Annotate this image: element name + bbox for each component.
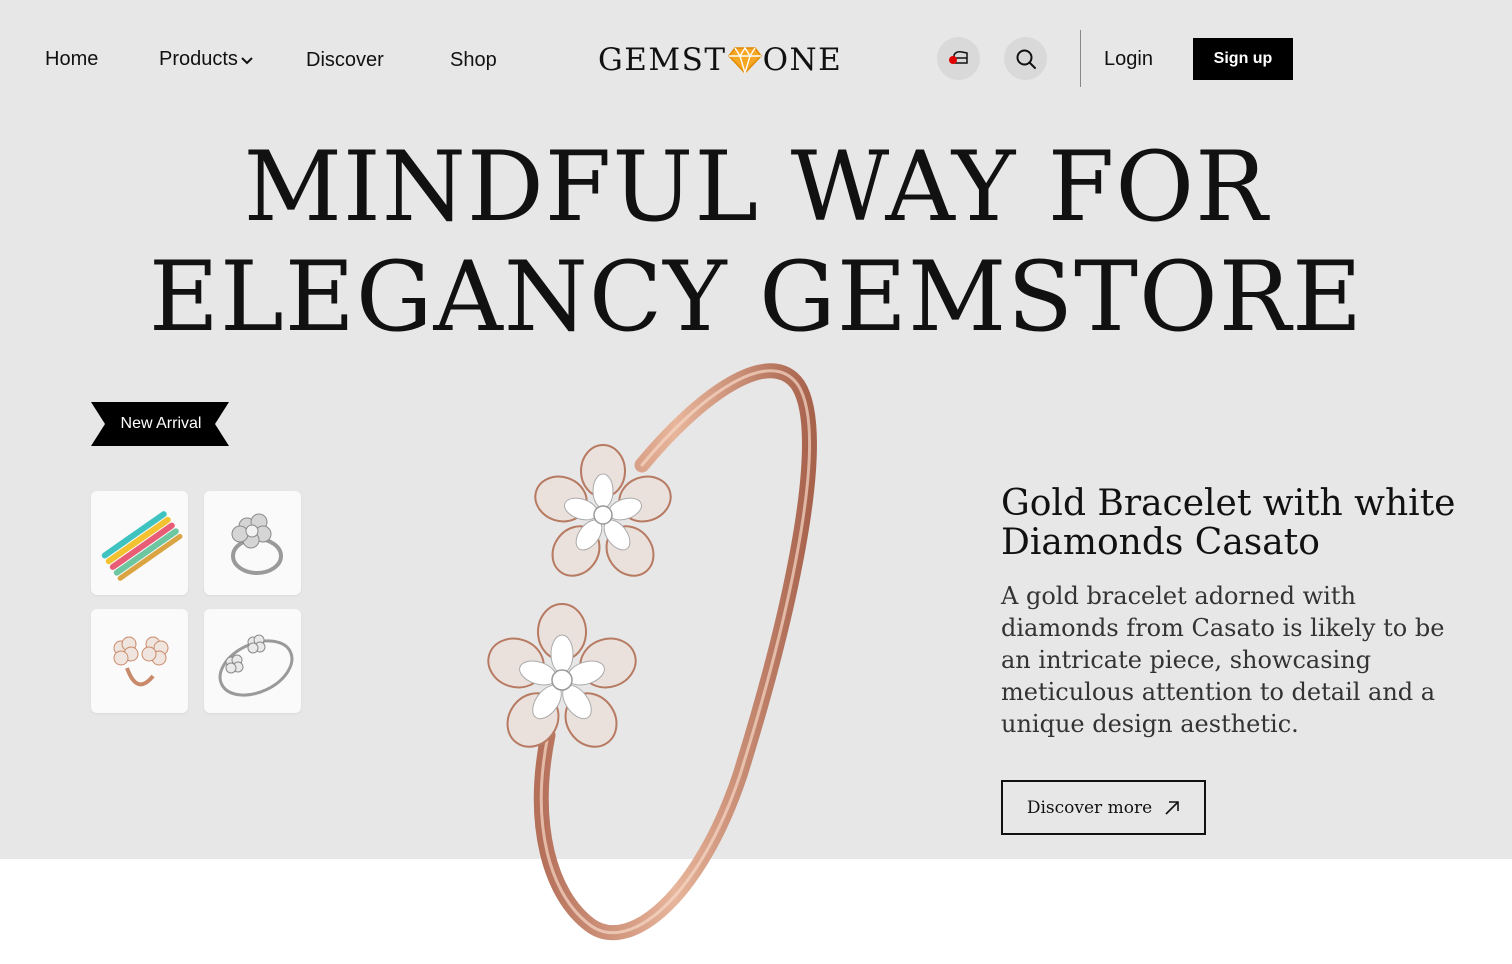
- product-title: Gold Bracelet with white Diamonds Casato: [1001, 483, 1456, 563]
- brand-logo[interactable]: GEMST ONE: [598, 38, 842, 82]
- logo-text-right: ONE: [762, 42, 843, 78]
- silver-ring-image: [230, 513, 283, 575]
- chevron-down-icon: [241, 57, 253, 65]
- thumbnail-silver-flower-ring[interactable]: [204, 491, 301, 595]
- header-divider: [1080, 30, 1081, 87]
- rose-ring-image: [113, 636, 168, 687]
- product-bracelet-image: [487, 363, 817, 941]
- cart-button[interactable]: [937, 37, 980, 80]
- signup-button[interactable]: Sign up: [1193, 38, 1293, 80]
- bracelet-stack-image: [101, 511, 182, 581]
- hero-headline-line1: MINDFUL WAY FOR: [243, 131, 1269, 243]
- new-arrival-tag: New Arrival: [91, 402, 229, 446]
- hero-headline-line2: ELEGANCY GEMSTORE: [148, 241, 1364, 353]
- discover-more-label: Discover more: [1026, 797, 1153, 818]
- diamond-icon: [727, 46, 762, 74]
- flower-bottom: [487, 603, 637, 748]
- logo-text-left: GEMST: [598, 42, 727, 78]
- search-button[interactable]: [1004, 37, 1047, 80]
- product-description: A gold bracelet adorned with diamonds fr…: [1001, 582, 1445, 738]
- search-icon: [1016, 49, 1036, 69]
- thumbnail-silver-flower-bangle[interactable]: [204, 609, 301, 713]
- thumbnail-rose-gold-flower-ring[interactable]: [91, 609, 188, 713]
- discover-more-button[interactable]: Discover more: [1001, 780, 1206, 835]
- login-link[interactable]: Login: [1104, 47, 1153, 71]
- nav-products[interactable]: Products: [159, 47, 254, 71]
- new-arrival-label: New Arrival: [120, 415, 202, 432]
- nav-products-label: Products: [159, 48, 238, 70]
- hero-headline: MINDFUL WAY FOR ELEGANCY GEMSTORE: [0, 132, 1512, 352]
- flower-top: [534, 444, 672, 577]
- cart-icon: [948, 50, 968, 64]
- nav-home[interactable]: Home: [45, 47, 98, 71]
- arrow-up-right-icon: [1165, 800, 1179, 815]
- thumbnail-multicolor-bracelet[interactable]: [91, 491, 188, 595]
- silver-bangle-image: [218, 634, 293, 697]
- nav-shop[interactable]: Shop: [450, 48, 497, 72]
- nav-discover[interactable]: Discover: [306, 48, 384, 72]
